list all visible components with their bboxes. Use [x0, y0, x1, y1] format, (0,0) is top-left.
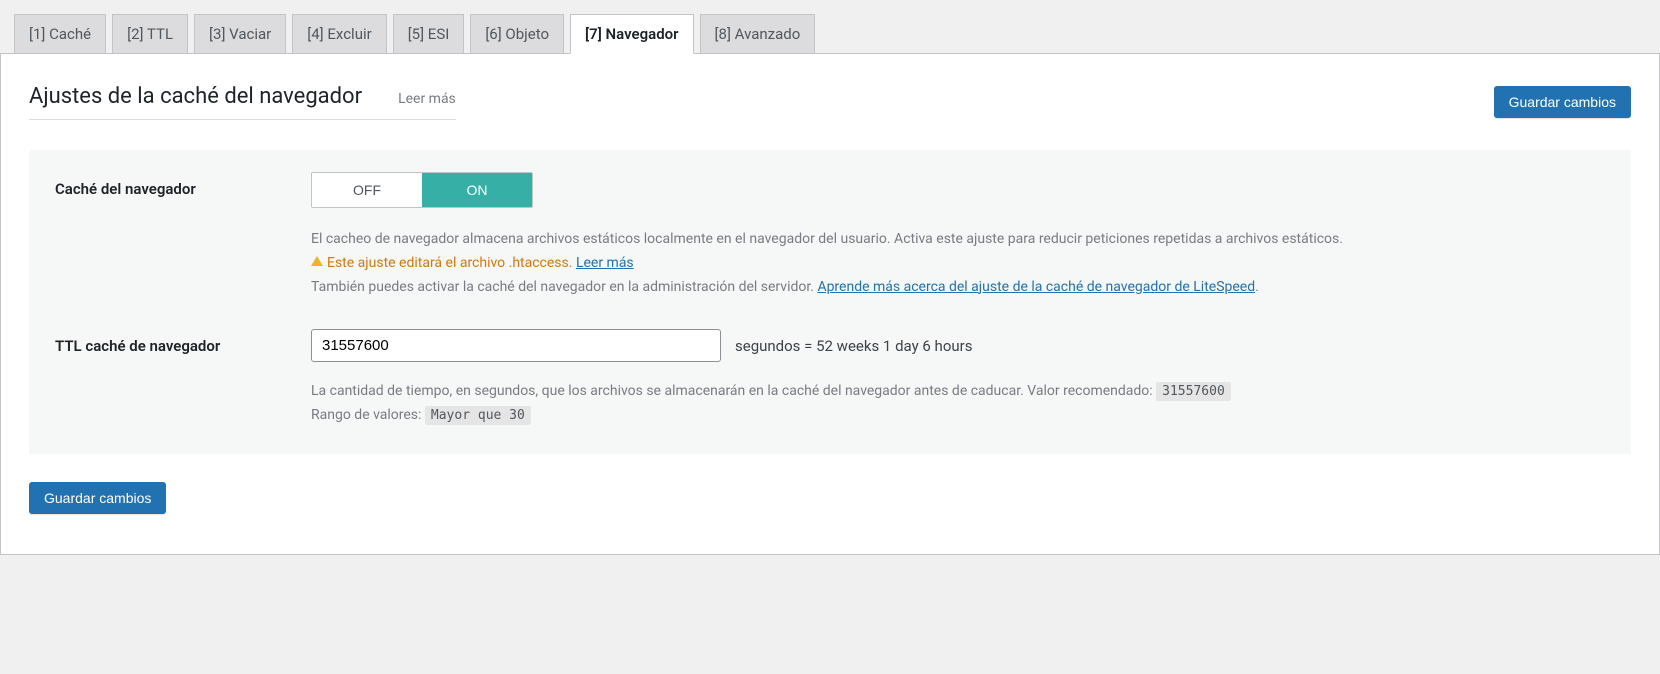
- setting-ttl: TTL caché de navegador segundos = 52 wee…: [55, 329, 1605, 428]
- ttl-range-value: Mayor que 30: [425, 406, 531, 425]
- browser-cache-toggle: OFF ON: [311, 172, 533, 208]
- tab-esi[interactable]: [5] ESI: [393, 14, 465, 53]
- desc-line-1: El cacheo de navegador almacena archivos…: [311, 228, 1605, 252]
- setting-browser-cache: Caché del navegador OFF ON El cacheo de …: [55, 172, 1605, 299]
- tab-exclude[interactable]: [4] Excluir: [292, 14, 386, 53]
- settings-panel: Ajustes de la caché del navegador Leer m…: [0, 53, 1660, 555]
- settings-block: Caché del navegador OFF ON El cacheo de …: [29, 150, 1631, 454]
- tab-bar: [1] Caché [2] TTL [3] Vaciar [4] Excluir…: [0, 0, 1660, 53]
- ttl-desc-text: La cantidad de tiempo, en segundos, que …: [311, 383, 1156, 399]
- ttl-description: La cantidad de tiempo, en segundos, que …: [311, 380, 1605, 428]
- tab-ttl[interactable]: [2] TTL: [112, 14, 188, 53]
- ttl-range-label: Rango de valores:: [311, 407, 425, 423]
- ttl-label: TTL caché de navegador: [55, 329, 311, 355]
- tab-browser[interactable]: [7] Navegador: [570, 14, 694, 54]
- ttl-suffix: segundos = 52 weeks 1 day 6 hours: [735, 337, 972, 355]
- toggle-on[interactable]: ON: [422, 173, 532, 207]
- htaccess-read-more-link[interactable]: Leer más: [576, 255, 634, 271]
- panel-header: Ajustes de la caché del navegador Leer m…: [29, 84, 1631, 120]
- litespeed-learn-more-link[interactable]: Aprende más acerca del ajuste de la cach…: [817, 279, 1255, 295]
- warning-icon: [311, 256, 323, 266]
- page-title: Ajustes de la caché del navegador: [29, 84, 362, 109]
- browser-cache-label: Caché del navegador: [55, 172, 311, 198]
- save-button-top[interactable]: Guardar cambios: [1494, 86, 1631, 118]
- ttl-input[interactable]: [311, 329, 721, 362]
- tab-purge[interactable]: [3] Vaciar: [194, 14, 286, 53]
- browser-cache-description: El cacheo de navegador almacena archivos…: [311, 228, 1605, 299]
- tab-object[interactable]: [6] Objeto: [470, 14, 564, 53]
- toggle-off[interactable]: OFF: [312, 173, 422, 207]
- tab-advanced[interactable]: [8] Avanzado: [700, 14, 816, 53]
- save-button-bottom[interactable]: Guardar cambios: [29, 482, 166, 514]
- read-more-link[interactable]: Leer más: [398, 91, 456, 107]
- htaccess-warning: Este ajuste editará el archivo .htaccess…: [327, 255, 572, 271]
- ttl-recommended-value: 31557600: [1156, 382, 1231, 401]
- desc-line-2-post: .: [1255, 279, 1259, 295]
- tab-cache[interactable]: [1] Caché: [14, 14, 106, 53]
- desc-line-2-pre: También puedes activar la caché del nave…: [311, 279, 817, 295]
